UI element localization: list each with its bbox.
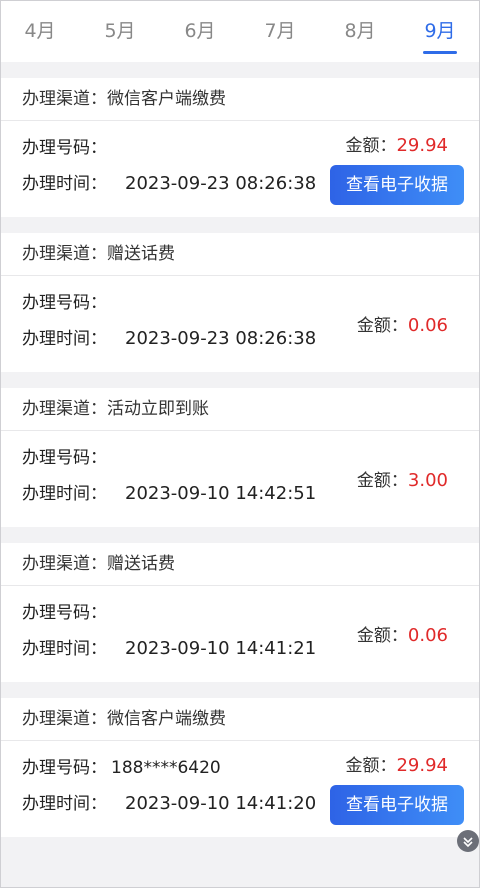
time-row: 办理时间： 2023-09-10 14:42:51 xyxy=(22,479,316,504)
channel-label: 办理渠道： xyxy=(22,399,107,419)
channel-value: 微信客户端缴费 xyxy=(107,89,226,109)
time-value: 2023-09-23 08:26:38 xyxy=(125,328,317,349)
time-label: 办理时间： xyxy=(22,639,107,659)
number-row: 办理号码： xyxy=(22,288,111,313)
tab-may[interactable]: 5月 xyxy=(80,0,160,62)
channel-value: 赠送话费 xyxy=(107,554,175,574)
channel-label: 办理渠道： xyxy=(22,244,107,264)
amount-row: 金额：0.06 xyxy=(357,311,448,336)
tab-september[interactable]: 9月 xyxy=(400,0,480,62)
time-value: 2023-09-10 14:41:20 xyxy=(125,793,317,814)
channel-row: 办理渠道：活动立即到账 xyxy=(0,388,480,431)
amount-value: 0.06 xyxy=(407,315,448,336)
channel-label: 办理渠道： xyxy=(22,89,107,109)
time-row: 办理时间： 2023-09-23 08:26:38 xyxy=(22,169,316,194)
time-row: 办理时间： 2023-09-10 14:41:21 xyxy=(22,634,316,659)
time-label: 办理时间： xyxy=(22,174,107,194)
amount-label: 金额： xyxy=(345,136,397,156)
tab-june[interactable]: 6月 xyxy=(160,0,240,62)
channel-value: 赠送话费 xyxy=(107,244,175,264)
channel-value: 活动立即到账 xyxy=(107,399,209,419)
amount-row: 金额：0.06 xyxy=(357,621,448,646)
number-row: 办理号码： xyxy=(22,133,111,158)
channel-label: 办理渠道： xyxy=(22,709,107,729)
time-value: 2023-09-10 14:42:51 xyxy=(125,483,317,504)
time-label: 办理时间： xyxy=(22,329,107,349)
channel-label: 办理渠道： xyxy=(22,554,107,574)
record-card: 办理渠道：赠送话费 办理号码： 办理时间： 2023-09-10 14:41:21… xyxy=(0,543,480,682)
number-label: 办理号码： xyxy=(22,603,107,623)
record-list: 办理渠道：微信客户端缴费 办理号码： 办理时间： 2023-09-23 08:26… xyxy=(0,78,480,853)
record-card: 办理渠道：活动立即到账 办理号码： 办理时间： 2023-09-10 14:42:… xyxy=(0,388,480,527)
record-card: 办理渠道：赠送话费 办理号码： 办理时间： 2023-09-23 08:26:38… xyxy=(0,233,480,372)
time-row: 办理时间： 2023-09-10 14:41:20 xyxy=(22,789,316,814)
channel-row: 办理渠道：赠送话费 xyxy=(0,543,480,586)
tab-july[interactable]: 7月 xyxy=(240,0,320,62)
record-card: 办理渠道：微信客户端缴费 办理号码： 办理时间： 2023-09-23 08:26… xyxy=(0,78,480,217)
number-label: 办理号码： xyxy=(22,138,107,158)
amount-label: 金额： xyxy=(356,471,408,491)
view-receipt-button[interactable]: 查看电子收据 xyxy=(330,785,464,825)
number-label: 办理号码： xyxy=(22,758,107,778)
channel-row: 办理渠道：微信客户端缴费 xyxy=(0,78,480,121)
amount-row: 金额：29.94 xyxy=(345,131,448,156)
time-value: 2023-09-10 14:41:21 xyxy=(125,638,317,659)
amount-label: 金额： xyxy=(356,626,408,646)
time-label: 办理时间： xyxy=(22,794,107,814)
amount-value: 29.94 xyxy=(396,135,448,156)
amount-row: 金额：3.00 xyxy=(357,466,448,491)
time-value: 2023-09-23 08:26:38 xyxy=(125,173,317,194)
number-row: 办理号码： xyxy=(22,443,111,468)
channel-value: 微信客户端缴费 xyxy=(107,709,226,729)
amount-value: 29.94 xyxy=(396,755,448,776)
amount-label: 金额： xyxy=(345,756,397,776)
number-label: 办理号码： xyxy=(22,293,107,313)
number-label: 办理号码： xyxy=(22,448,107,468)
view-receipt-button[interactable]: 查看电子收据 xyxy=(330,165,464,205)
number-row: 办理号码： xyxy=(22,598,111,623)
tab-april[interactable]: 4月 xyxy=(0,0,80,62)
amount-row: 金额：29.94 xyxy=(345,751,448,776)
tab-august[interactable]: 8月 xyxy=(320,0,400,62)
channel-row: 办理渠道：微信客户端缴费 xyxy=(0,698,480,741)
amount-label: 金额： xyxy=(356,316,408,336)
amount-value: 0.06 xyxy=(407,625,448,646)
channel-row: 办理渠道：赠送话费 xyxy=(0,233,480,276)
number-row: 办理号码： 188****6420 xyxy=(22,753,221,778)
time-label: 办理时间： xyxy=(22,484,107,504)
number-value: 188****6420 xyxy=(111,758,221,778)
chevron-double-down-icon[interactable] xyxy=(457,830,479,852)
record-card: 办理渠道：微信客户端缴费 办理号码： 188****6420 办理时间： 2023-… xyxy=(0,698,480,837)
time-row: 办理时间： 2023-09-23 08:26:38 xyxy=(22,324,316,349)
month-tab-bar: 4月 5月 6月 7月 8月 9月 xyxy=(0,0,480,62)
amount-value: 3.00 xyxy=(407,470,448,491)
